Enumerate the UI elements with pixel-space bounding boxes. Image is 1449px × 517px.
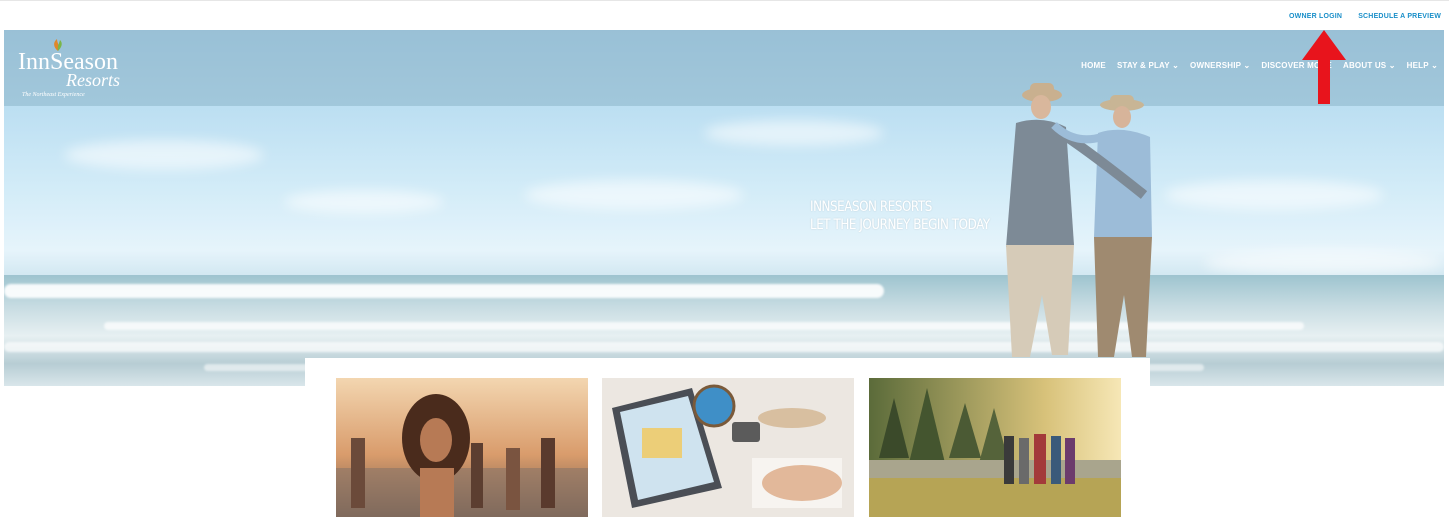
schedule-preview-link[interactable]: SCHEDULE A PREVIEW bbox=[1358, 13, 1441, 20]
red-arrow-annotation bbox=[1302, 30, 1346, 104]
travel-planning-image[interactable] bbox=[602, 378, 854, 517]
header-nav-band: InnSeason Resorts The Northeast Experien… bbox=[4, 30, 1444, 106]
hero-banner: InnSeason Resorts The Northeast Experien… bbox=[4, 30, 1444, 386]
nav-stay-play[interactable]: STAY & PLAY ⌄ bbox=[1117, 61, 1179, 70]
hero-line-1: INNSEASON RESORTS bbox=[810, 199, 932, 215]
beach-friends-image[interactable] bbox=[336, 378, 588, 517]
hero-line-2: LET THE JOURNEY BEGIN TODAY bbox=[810, 217, 990, 233]
nav-ownership[interactable]: OWNERSHIP ⌄ bbox=[1190, 61, 1250, 70]
hero-headline: INNSEASON RESORTS LET THE JOURNEY BEGIN … bbox=[810, 198, 990, 234]
logo-tagline: The Northeast Experience bbox=[22, 92, 85, 98]
nav-help[interactable]: HELP ⌄ bbox=[1407, 61, 1438, 70]
forest-hikers-image[interactable] bbox=[869, 378, 1121, 517]
utility-bar: OWNER LOGIN SCHEDULE A PREVIEW bbox=[0, 0, 1449, 31]
nav-about-us[interactable]: ABOUT US ⌄ bbox=[1343, 61, 1396, 70]
couple-on-beach-image bbox=[1006, 83, 1152, 357]
feature-cards bbox=[305, 358, 1150, 517]
main-nav: HOME STAY & PLAY ⌄ OWNERSHIP ⌄ DISCOVER … bbox=[1081, 61, 1438, 70]
logo-sub: Resorts bbox=[66, 70, 120, 90]
owner-login-link[interactable]: OWNER LOGIN bbox=[1289, 13, 1342, 20]
nav-home[interactable]: HOME bbox=[1081, 61, 1106, 70]
innseason-logo[interactable]: InnSeason Resorts The Northeast Experien… bbox=[18, 38, 138, 100]
utility-links: OWNER LOGIN SCHEDULE A PREVIEW bbox=[1289, 13, 1441, 20]
